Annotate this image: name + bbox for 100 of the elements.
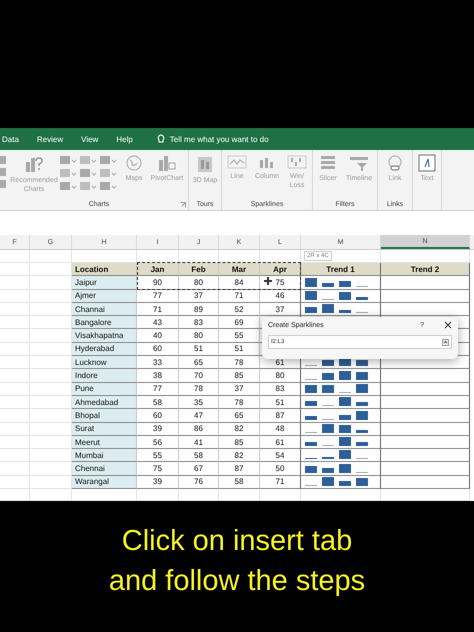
table-cell: 37 (179, 290, 219, 303)
table-cell: 35 (179, 396, 219, 410)
table-cell: 38 (137, 369, 179, 383)
table-header: Apr (260, 263, 301, 276)
table-cell: 43 (137, 316, 179, 330)
empty-cell (0, 422, 30, 436)
empty-cell (0, 409, 30, 423)
table-cell: 50 (260, 462, 301, 476)
table-cell: Bangalore (72, 316, 137, 330)
map-icon (196, 154, 214, 174)
table-cell: 85 (219, 369, 260, 383)
table-cell: 55 (219, 329, 260, 343)
table-cell: Ahmedabad (72, 396, 137, 410)
table-cell: 33 (137, 356, 179, 370)
empty-cell (0, 302, 30, 316)
table-cell: Pune (72, 382, 137, 396)
table-cell: 86 (179, 422, 219, 436)
table-cell: 89 (179, 302, 219, 316)
dialog-launcher-icon[interactable] (180, 202, 186, 208)
close-icon[interactable] (444, 321, 452, 329)
empty-cell (0, 449, 30, 462)
table-cell: 65 (219, 409, 260, 423)
empty-cell (0, 263, 30, 276)
table-cell: 87 (219, 462, 260, 476)
empty-cell (0, 462, 30, 476)
table-cell: 37 (260, 302, 301, 316)
table-cell: 87 (260, 409, 301, 423)
empty-cell (0, 396, 30, 410)
pivot-chart-icon (157, 154, 177, 172)
table-cell: 55 (137, 449, 179, 462)
table-cell: Visakhapatna (72, 329, 137, 343)
table-cell: Surat (72, 422, 137, 436)
cursor-icon (263, 276, 273, 286)
tell-me-search[interactable]: Tell me what you want to do (170, 134, 269, 144)
table-cell: Mumbai (72, 449, 137, 462)
table-cell: 37 (219, 382, 260, 396)
collapse-icon[interactable] (442, 338, 449, 346)
table-cell: Ajmer (72, 290, 137, 303)
table-cell: 60 (137, 342, 179, 356)
table-cell: 54 (260, 449, 301, 462)
table-cell: 46 (260, 290, 301, 303)
table-cell: 51 (260, 396, 301, 410)
table-cell: 70 (179, 369, 219, 383)
empty-cell (30, 250, 72, 263)
table-cell: 80 (179, 329, 219, 343)
empty-cell (0, 342, 30, 356)
table-cell: 80 (179, 276, 219, 290)
link-icon (386, 154, 404, 172)
table-header: Trend 2 (381, 263, 470, 276)
table-cell: Indore (72, 369, 137, 383)
caption-text: Click on insert tab (122, 524, 352, 558)
empty-cell (0, 276, 30, 290)
table-cell: 41 (179, 436, 219, 450)
empty-cell (0, 316, 30, 330)
table-cell: 47 (179, 409, 219, 423)
empty-cell (0, 290, 30, 303)
table-cell: 77 (137, 290, 179, 303)
empty-cell (0, 329, 30, 343)
table-cell: 58 (137, 396, 179, 410)
ribbon-tab[interactable]: Data (2, 134, 19, 144)
empty-cell (0, 382, 30, 396)
table-cell: 77 (137, 382, 179, 396)
table-header: Feb (179, 263, 219, 276)
table-cell: Bhopal (72, 409, 137, 423)
empty-cell (219, 489, 260, 501)
table-cell: Jaipur (72, 276, 137, 290)
table-cell: 85 (219, 436, 260, 450)
lightbulb-icon (156, 134, 165, 144)
table-cell: 78 (219, 396, 260, 410)
globe-icon (125, 154, 143, 172)
ribbon-tab[interactable]: Review (36, 134, 64, 144)
table-cell: 51 (179, 342, 219, 356)
text-box-icon (418, 154, 436, 172)
empty-cell (137, 489, 179, 501)
table-cell: Hyderabad (72, 342, 137, 356)
table-cell: 52 (219, 302, 260, 316)
table-cell: 80 (260, 369, 301, 383)
table-header: Jan (137, 263, 179, 276)
filter-icon (349, 154, 369, 172)
ribbon-tab[interactable]: Help (116, 134, 133, 144)
empty-cell (30, 489, 72, 501)
table-cell: 82 (219, 422, 260, 436)
table-cell: 51 (219, 342, 260, 356)
table-cell: Meerut (72, 436, 137, 450)
table-cell: Chennai (72, 462, 137, 476)
table-cell: 61 (260, 436, 301, 450)
table-cell: 78 (179, 382, 219, 396)
table-cell: 75 (137, 462, 179, 476)
table-cell: Channai (72, 302, 137, 316)
table-cell: Lucknow (72, 356, 137, 370)
table-cell: 71 (260, 476, 301, 490)
empty-cell (72, 489, 137, 501)
table-cell: 71 (137, 302, 179, 316)
ribbon-tab[interactable]: View (81, 134, 98, 144)
table-cell: 84 (219, 276, 260, 290)
table-cell: 58 (219, 476, 260, 490)
empty-cell (0, 250, 30, 263)
table-cell: 78 (219, 356, 260, 370)
empty-cell (0, 489, 30, 501)
table-cell: 90 (137, 276, 179, 290)
